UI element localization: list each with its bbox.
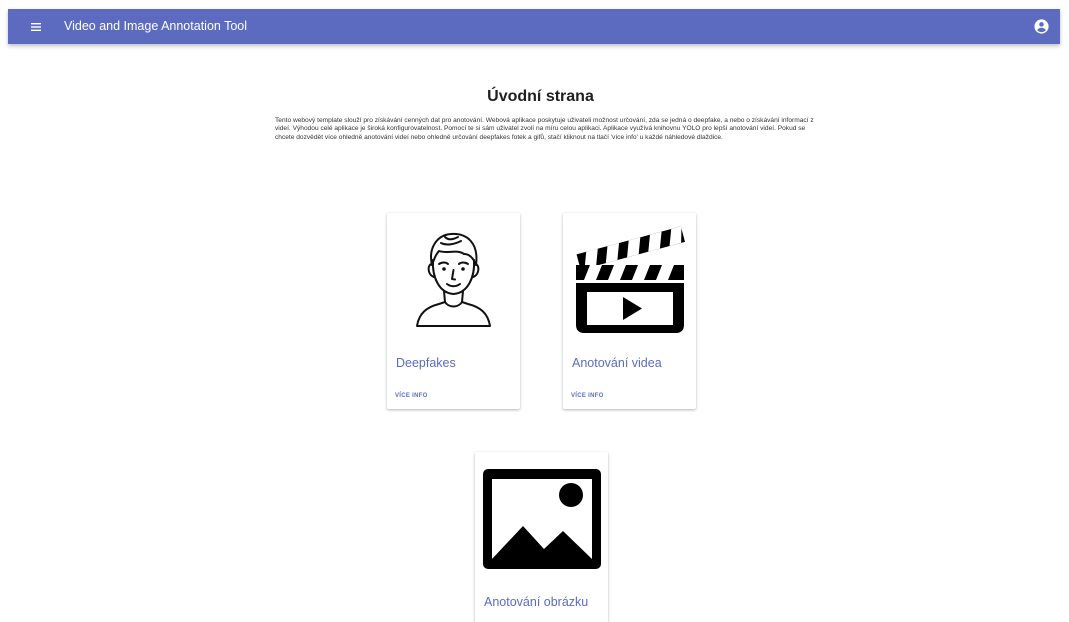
page: Video and Image Annotation Tool Úvodní s… [0,0,1069,622]
account-circle-icon[interactable] [1033,18,1050,35]
person-face-icon [416,232,491,327]
card-media [475,452,608,582]
app-bar: Video and Image Annotation Tool [8,9,1060,44]
card-media [563,213,696,343]
card-image-annotation: Anotování obrázku [475,452,608,622]
app-title: Video and Image Annotation Tool [64,19,248,33]
card-title[interactable]: Deepfakes [396,356,456,370]
menu-icon[interactable] [26,17,46,37]
card-title[interactable]: Anotování videa [572,356,662,370]
more-info-button[interactable]: VÍCE INFO [395,393,428,399]
card-video-annotation: Anotování videa VÍCE INFO [563,213,696,409]
intro-text: Tento webový template slouží pro získává… [275,117,814,141]
image-icon [483,469,601,569]
card-deepfakes: Deepfakes VÍCE INFO [387,213,520,409]
page-title: Úvodní strana [487,88,594,105]
card-media [387,213,520,343]
more-info-button[interactable]: VÍCE INFO [571,393,604,399]
clapperboard-icon [576,226,686,333]
card-title[interactable]: Anotování obrázku [484,595,588,609]
